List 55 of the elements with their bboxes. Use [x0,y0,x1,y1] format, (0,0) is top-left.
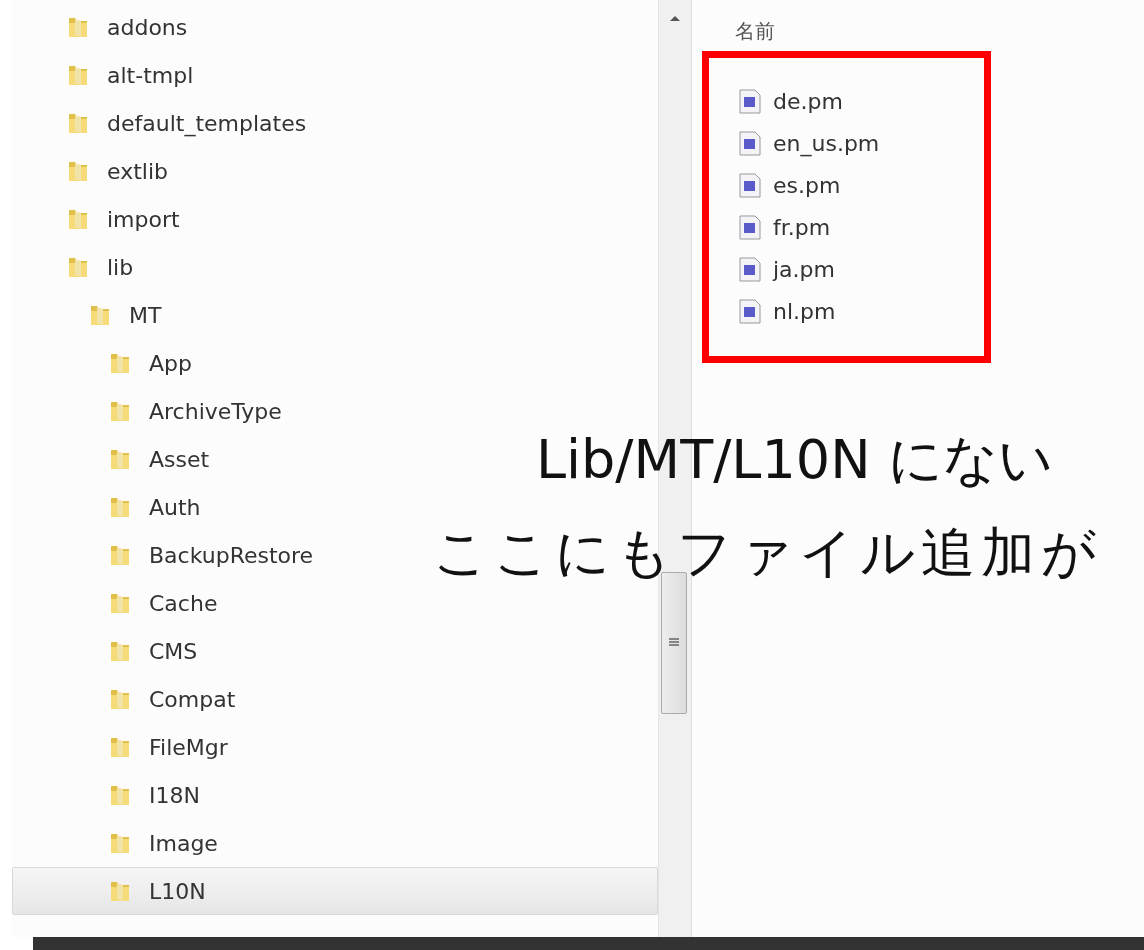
folder-icon [109,447,131,471]
tree-item[interactable]: Asset [109,446,210,472]
file-icon [739,88,761,114]
file-icon [739,130,761,156]
tree-item[interactable]: import [67,206,180,232]
file-icon [739,214,761,240]
folder-icon [109,399,131,423]
folder-icon [67,255,89,279]
folder-icon [67,111,89,135]
file-item[interactable]: de.pm [739,80,984,122]
tree-item[interactable]: addons [67,14,188,40]
tree-item[interactable]: App [109,350,192,376]
folder-icon [109,687,131,711]
tree-item[interactable]: I18N [109,782,200,808]
tree-item[interactable]: Auth [109,494,201,520]
file-item[interactable]: es.pm [739,164,984,206]
caption-text: ここにもファイル追加が [433,520,1102,586]
tree-item[interactable]: Image [109,830,218,856]
folder-icon [67,15,89,39]
tree-item[interactable]: L10N [12,867,658,915]
tree-item[interactable]: CMS [109,638,198,664]
tree-item[interactable]: Cache [109,590,218,616]
file-item[interactable]: fr.pm [739,206,984,248]
folder-icon [109,735,131,759]
folder-icon [109,591,131,615]
tree-item[interactable]: BackupRestore [109,542,314,568]
file-icon [739,172,761,198]
folder-icon [109,543,131,567]
folder-icon [109,351,131,375]
folder-icon [89,303,111,327]
tree-item[interactable]: lib [67,254,134,280]
file-icon [739,256,761,282]
tree-item[interactable]: MT [89,302,162,328]
file-item[interactable]: nl.pm [739,290,984,332]
folder-icon [67,207,89,231]
folder-icon [109,879,131,903]
scroll-up-arrow-icon[interactable] [669,14,681,22]
file-item[interactable]: en_us.pm [739,122,984,164]
tree-item[interactable]: ArchiveType [109,398,282,424]
folder-icon [67,63,89,87]
tree-item[interactable]: default_templates [67,110,307,136]
caption-text: Lib/MT/L10N にない [536,427,1053,493]
file-icon [739,298,761,324]
tree-item[interactable]: extlib [67,158,168,184]
file-item[interactable]: ja.pm [739,248,984,290]
folder-icon [109,639,131,663]
folder-icon [109,783,131,807]
column-header[interactable]: 名前 [735,18,775,45]
folder-icon [67,159,89,183]
folder-icon [109,495,131,519]
folder-icon [109,831,131,855]
tree-item[interactable]: FileMgr [109,734,228,760]
tree-item[interactable]: alt-tmpl [67,62,194,88]
grip-icon [669,638,679,648]
tree-item[interactable]: Compat [109,686,236,712]
